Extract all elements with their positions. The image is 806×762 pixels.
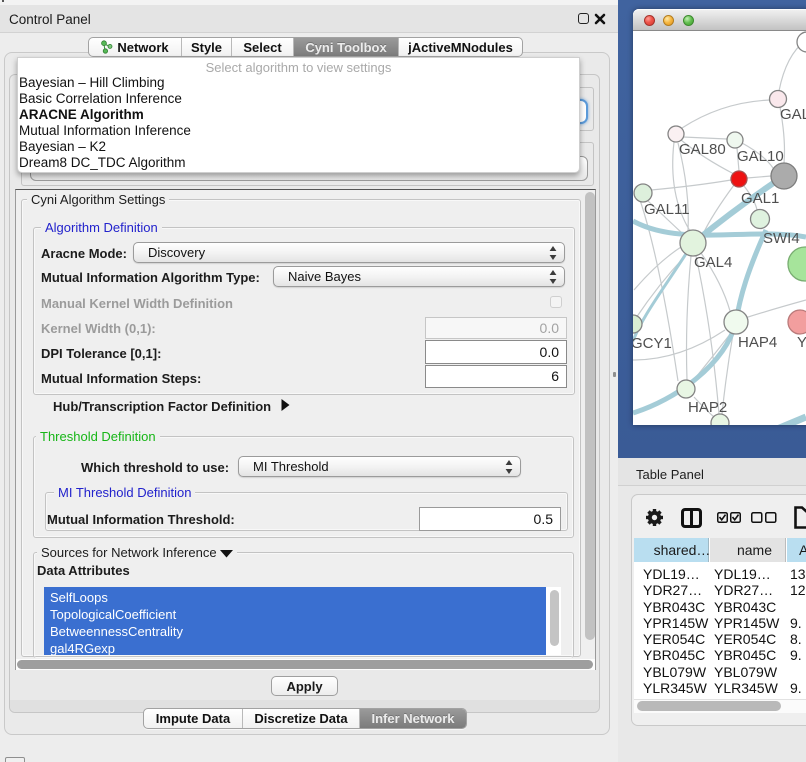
svg-text:GAL10: GAL10 [737,148,784,165]
svg-text:GAL2: GAL2 [780,106,806,123]
svg-text:GAL1: GAL1 [741,190,779,207]
svg-text:GAL80: GAL80 [679,141,726,158]
svg-text:GAL11: GAL11 [644,201,690,218]
svg-text:HAP2: HAP2 [688,399,727,416]
svg-text:Y: Y [797,334,806,351]
svg-text:GCY1: GCY1 [633,335,672,352]
svg-text:HAP4: HAP4 [738,334,777,351]
svg-text:GAL4: GAL4 [694,254,732,271]
svg-text:SWI4: SWI4 [763,230,800,247]
